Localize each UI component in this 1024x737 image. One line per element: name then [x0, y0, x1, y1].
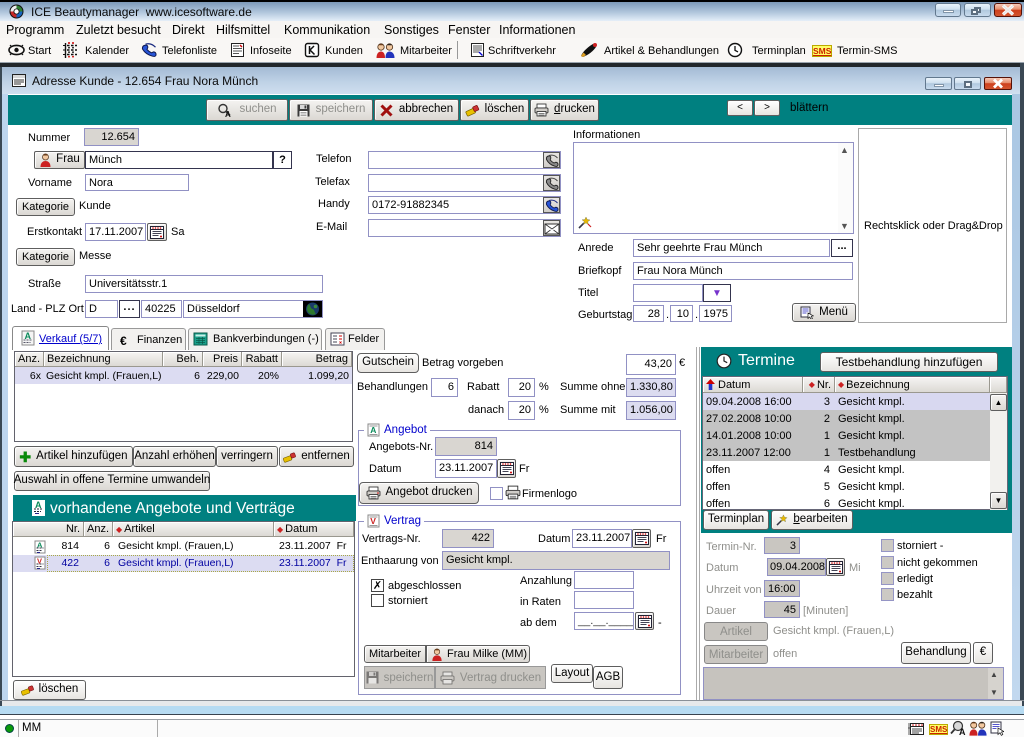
svg-text:V: V: [370, 516, 376, 526]
svg-text:A: A: [370, 425, 376, 435]
svg-text:A: A: [959, 727, 966, 736]
svg-text:A: A: [25, 331, 32, 341]
svg-text:A: A: [35, 500, 42, 510]
svg-text:A: A: [225, 110, 231, 118]
